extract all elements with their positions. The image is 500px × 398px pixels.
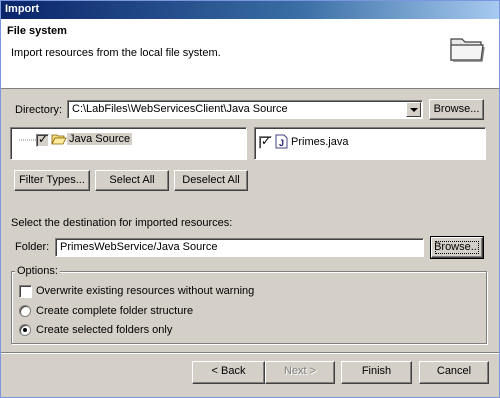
destination-prompt: Select the destination for imported reso… (11, 217, 233, 229)
java-file-icon: J (275, 134, 288, 149)
footer-separator-highlight (1, 353, 499, 354)
overwrite-label[interactable]: Overwrite existing resources without war… (36, 285, 254, 297)
directory-combo[interactable]: C:\LabFiles\WebServicesClient\Java Sourc… (67, 100, 423, 119)
folder-label: Folder: (15, 241, 50, 253)
window-title: Import (5, 3, 40, 15)
directory-browse-button[interactable]: Browse... (429, 99, 484, 120)
options-title: Options: (15, 265, 60, 277)
file-item-checkbox[interactable] (259, 134, 272, 149)
wizard-banner: File system Import resources from the lo… (1, 19, 499, 89)
tree-item-label[interactable]: Java Source (67, 133, 133, 145)
selected-folders-radio[interactable] (19, 324, 31, 336)
directory-value[interactable]: C:\LabFiles\WebServicesClient\Java Sourc… (72, 103, 288, 115)
folder-icon (450, 38, 485, 62)
folder-value[interactable]: PrimesWebService/Java Source (60, 241, 218, 253)
complete-structure-label[interactable]: Create complete folder structure (36, 305, 193, 317)
select-all-button[interactable]: Select All (95, 170, 169, 191)
folder-tree[interactable]: Java Source (10, 127, 247, 160)
finish-button[interactable]: Finish (341, 361, 412, 384)
page-description: Import resources from the local file sys… (11, 47, 221, 59)
file-item-label[interactable]: Primes.java (291, 136, 348, 148)
open-folder-icon (51, 134, 67, 145)
back-button[interactable]: < Back (192, 361, 265, 384)
deselect-all-button[interactable]: Deselect All (174, 170, 248, 191)
folder-input[interactable]: PrimesWebService/Java Source (55, 238, 424, 257)
complete-structure-radio[interactable] (19, 305, 31, 317)
chevron-down-icon[interactable] (406, 102, 421, 117)
filter-types-button[interactable]: Filter Types... (14, 170, 90, 191)
folder-browse-button[interactable]: Browse... (430, 236, 484, 259)
overwrite-checkbox[interactable] (19, 285, 32, 298)
import-dialog: Import File system Import resources from… (0, 0, 500, 398)
selected-folders-label[interactable]: Create selected folders only (36, 324, 172, 336)
svg-text:J: J (279, 138, 284, 148)
next-button[interactable]: Next > (265, 361, 335, 384)
file-list[interactable]: J Primes.java (254, 127, 486, 160)
cancel-button[interactable]: Cancel (419, 361, 489, 384)
focus-rectangle (435, 241, 479, 254)
directory-label: Directory: (15, 104, 63, 116)
tree-item-checkbox[interactable] (36, 132, 49, 147)
title-bar: Import (1, 1, 499, 19)
page-title: File system (7, 25, 67, 37)
